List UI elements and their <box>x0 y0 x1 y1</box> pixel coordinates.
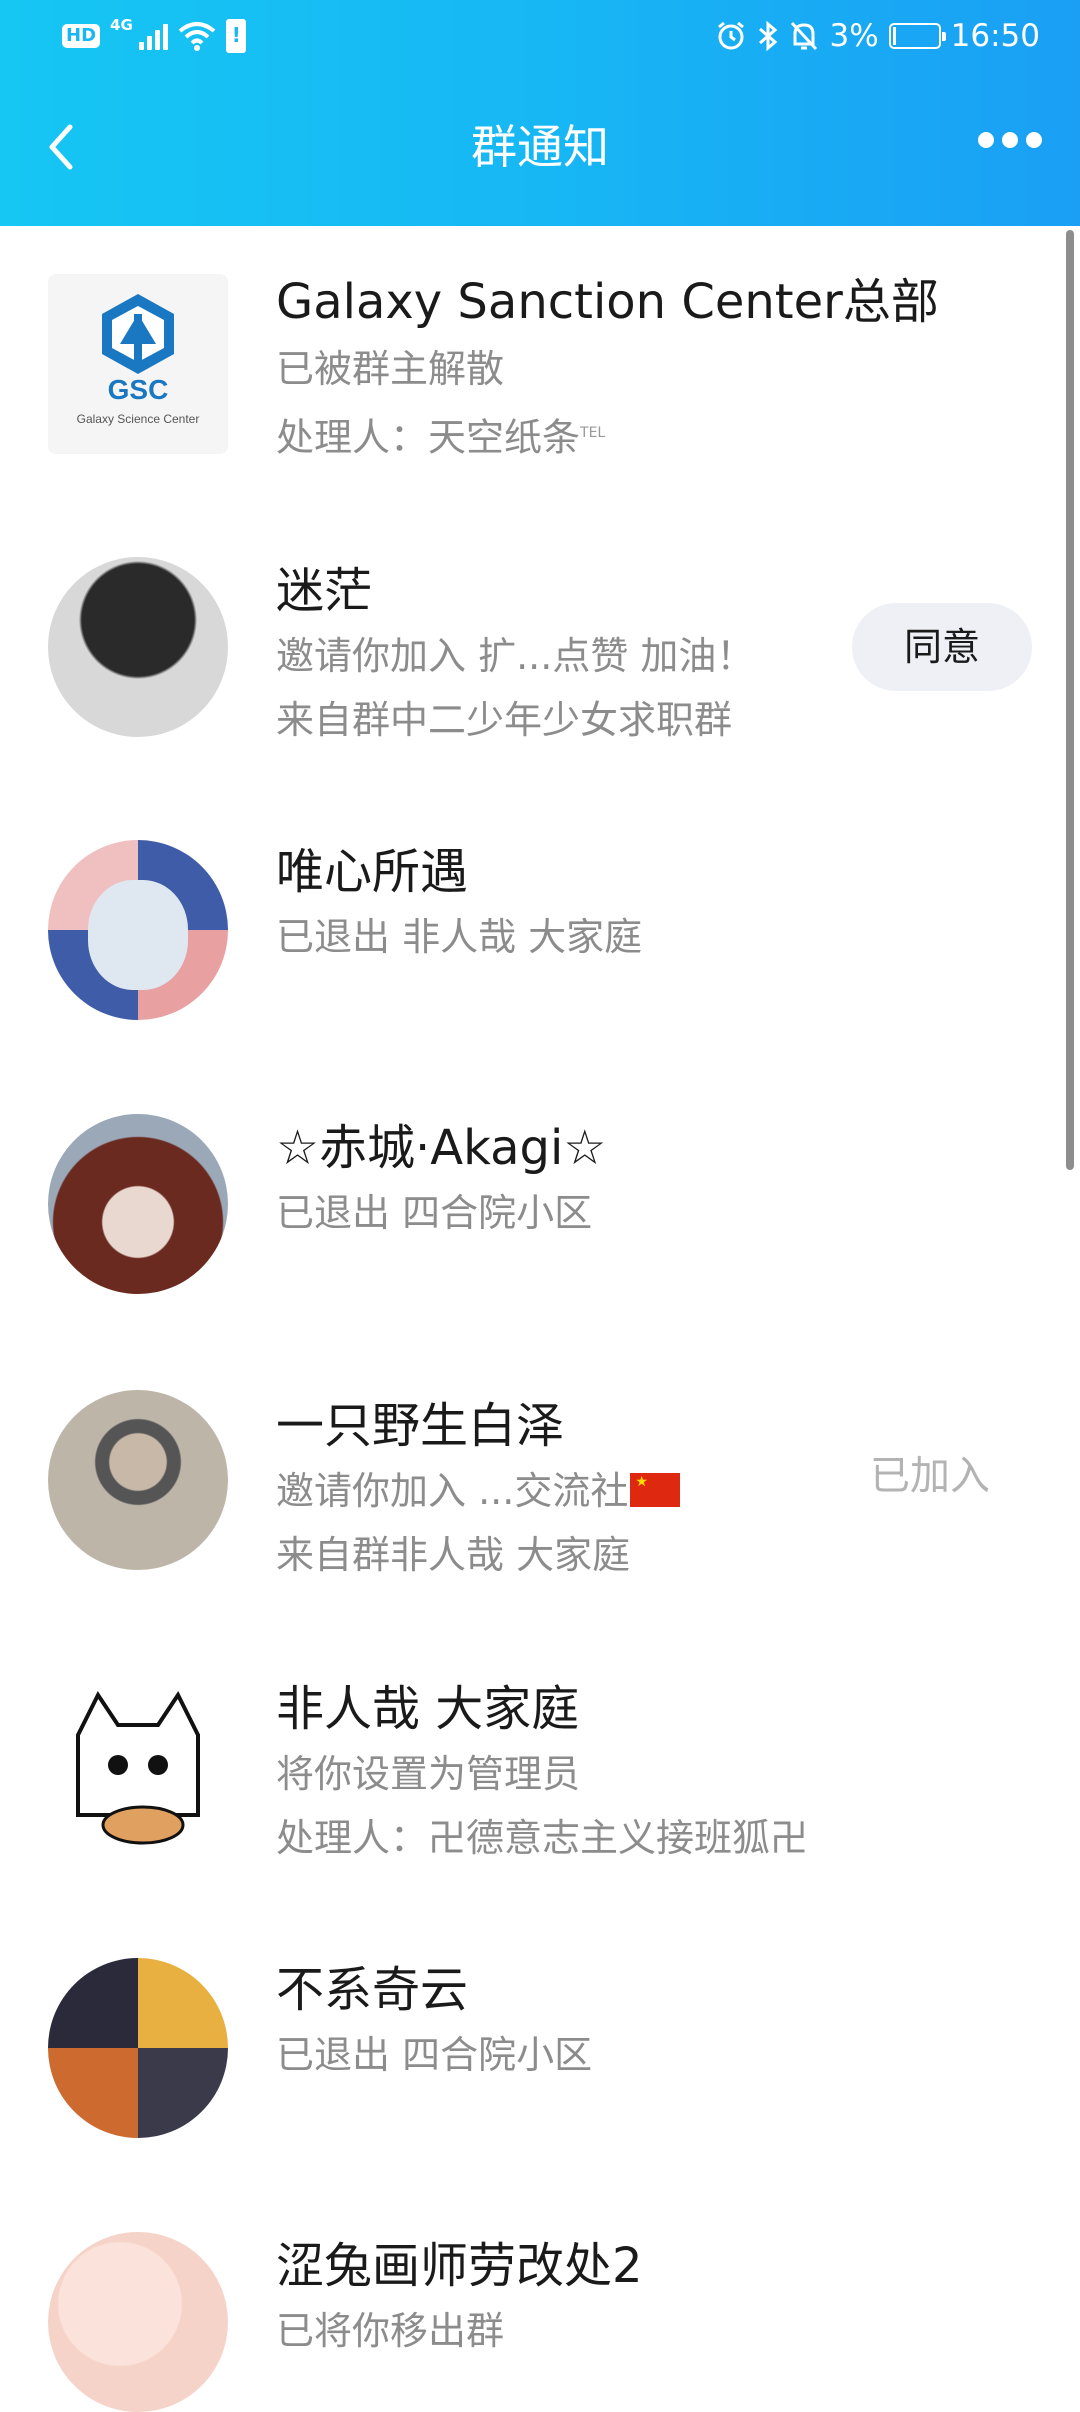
cartoon-avatar <box>76 1691 200 1845</box>
alarm-icon <box>718 21 745 50</box>
mute-icon <box>791 21 818 51</box>
page-title: 群通知 <box>471 120 609 174</box>
item-message-text: 邀请你加入 ...交流社 <box>276 1469 629 1513</box>
item-title: 非人哉 大家庭 <box>276 1681 580 1737</box>
status-right: 3% 16:50 <box>715 14 1040 58</box>
joined-status: 已加入 <box>870 1453 990 1499</box>
header: HD 4G ! 3% 16:50 群通知 <box>0 0 1080 226</box>
item-status: 已被群主解散 <box>276 347 505 391</box>
item-status: 已退出 四合院小区 <box>276 2033 593 2077</box>
list-item[interactable]: GSC Galaxy Science Center Galaxy Sanctio… <box>0 226 1080 506</box>
list-item[interactable]: 非人哉 大家庭 将你设置为管理员 处理人：卍德意志主义接班狐卍 <box>0 1627 1080 1910</box>
avatar-logo-subtext: Galaxy Science Center <box>76 412 200 426</box>
hd-badge: HD <box>62 24 101 48</box>
item-status: 已退出 四合院小区 <box>276 1191 593 1235</box>
nav-bar: 群通知 <box>0 72 1080 226</box>
avatar[interactable] <box>48 1958 228 2138</box>
avatar[interactable] <box>48 840 228 1020</box>
item-detail-sup: TEL <box>580 425 606 441</box>
more-options-icon[interactable] <box>978 132 1042 148</box>
list-item[interactable]: ☆赤城·Akagi☆ 已退出 四合院小区 <box>0 1068 1080 1344</box>
list-item[interactable]: 唯心所遇 已退出 非人哉 大家庭 <box>0 792 1080 1068</box>
clock: 16:50 <box>950 18 1040 54</box>
avatar-logo-text: GSC <box>107 374 169 405</box>
battery-alert-icon <box>225 19 246 53</box>
avatar[interactable]: GSC Galaxy Science Center <box>48 274 228 454</box>
item-source: 来自群中二少年少女求职群 <box>276 698 733 742</box>
list-item[interactable]: 涩兔画师劳改处2 已将你移出群 <box>0 2186 1080 2412</box>
gsc-logo-icon <box>102 294 174 374</box>
item-detail: 处理人：天空纸条TEL <box>276 408 605 463</box>
wifi-icon <box>178 22 216 51</box>
item-detail-text: 处理人：天空纸条 <box>276 415 581 460</box>
agree-button[interactable]: 同意 <box>852 603 1032 691</box>
item-status: 已退出 非人哉 大家庭 <box>276 915 643 959</box>
item-title: 不系奇云 <box>276 1962 469 2018</box>
item-title: 唯心所遇 <box>276 844 469 900</box>
battery-percent: 3% <box>829 18 879 54</box>
item-title: 涩兔画师劳改处2 <box>276 2238 643 2294</box>
item-detail: 处理人：卍德意志主义接班狐卍 <box>276 1816 809 1860</box>
item-title: Galaxy Sanction Center总部 <box>276 274 939 330</box>
network-type: 4G <box>110 16 133 34</box>
item-title: ☆赤城·Akagi☆ <box>276 1120 607 1176</box>
item-message: 邀请你加入 ...交流社 <box>276 1466 681 1516</box>
status-bar: HD 4G ! 3% 16:50 <box>0 0 1080 72</box>
status-left: HD 4G <box>62 16 246 56</box>
avatar[interactable] <box>48 1675 228 1855</box>
signal-icon <box>138 22 168 50</box>
avatar[interactable] <box>48 557 228 737</box>
item-status: 已将你移出群 <box>276 2309 505 2353</box>
bluetooth-icon <box>759 20 778 52</box>
list-item[interactable]: 不系奇云 已退出 四合院小区 <box>0 1910 1080 2186</box>
avatar[interactable] <box>48 1114 228 1294</box>
list-item[interactable]: 一只野生白泽 邀请你加入 ...交流社 来自群非人哉 大家庭 已加入 <box>0 1344 1080 1627</box>
item-message: 邀请你加入 扩...点赞 加油！ <box>276 634 755 678</box>
item-status: 将你设置为管理员 <box>276 1752 581 1796</box>
battery-icon <box>888 23 946 49</box>
avatar[interactable] <box>48 1390 228 1570</box>
item-title: 迷茫 <box>276 563 373 619</box>
china-flag-icon <box>630 1473 681 1507</box>
scrollbar[interactable] <box>1066 230 1074 1170</box>
item-source: 来自群非人哉 大家庭 <box>276 1533 631 1577</box>
avatar[interactable] <box>48 2232 228 2412</box>
list-item[interactable]: 迷茫 邀请你加入 扩...点赞 加油！ 来自群中二少年少女求职群 同意 <box>0 509 1080 792</box>
item-title: 一只野生白泽 <box>276 1398 565 1454</box>
